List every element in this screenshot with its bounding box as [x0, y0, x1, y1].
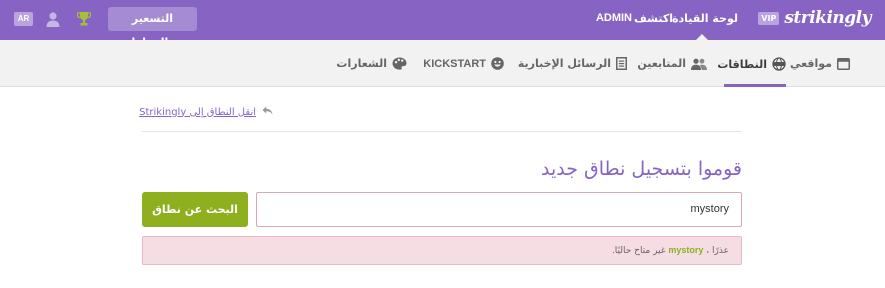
- tab-newsletters[interactable]: الرسائل الإخبارية: [518, 57, 627, 70]
- trophy-icon[interactable]: [76, 11, 92, 27]
- transfer-domain-label: Strikingly انقل النطاق إلى: [139, 106, 256, 118]
- strikingly-logo[interactable]: VIP strikingly: [758, 8, 871, 28]
- domain-search-input[interactable]: mystory: [256, 192, 742, 227]
- error-prefix: عذرًا ،: [706, 246, 729, 256]
- newsletter-icon: [616, 57, 627, 70]
- tab-label: الشعارات: [336, 57, 387, 70]
- tab-domains[interactable]: النطاقات: [717, 57, 786, 71]
- tab-my-sites[interactable]: مواقعي: [790, 57, 850, 70]
- error-domain-name: mystory: [668, 245, 704, 255]
- tab-label: النطاقات: [717, 57, 767, 71]
- tab-label: الرسائل الإخبارية: [517, 57, 611, 70]
- reply-arrow-icon: [262, 106, 273, 118]
- tab-logos[interactable]: الشعارات: [336, 57, 407, 70]
- top-navigation-bar: VIP strikingly لوحة القيادة اكتشف ADMIN …: [0, 0, 885, 49]
- error-suffix: غير متاح حاليًا.: [611, 246, 666, 256]
- active-tab-indicator: [724, 84, 786, 87]
- search-domain-button[interactable]: البحث عن نطاق: [142, 192, 248, 227]
- palette-icon: [392, 57, 407, 70]
- nav-explore-link[interactable]: اكتشف: [634, 12, 673, 25]
- tab-followers[interactable]: المتابعين: [637, 57, 707, 70]
- tab-label: المتابعين: [637, 57, 686, 70]
- language-switcher[interactable]: AR: [14, 12, 33, 26]
- tab-label: KICKSTART: [423, 57, 486, 70]
- user-icon[interactable]: [46, 11, 60, 27]
- www-globe-icon: [772, 57, 786, 71]
- nav-admin-link[interactable]: ADMIN: [596, 12, 632, 24]
- transfer-domain-link[interactable]: Strikingly انقل النطاق إلى: [139, 106, 273, 118]
- tab-label: مواقعي: [789, 57, 832, 70]
- smiley-icon: [491, 57, 504, 70]
- sub-navigation: مواقعي النطاقات المتابعين الرسائل الإخبا…: [0, 40, 885, 87]
- content-divider: [142, 131, 742, 132]
- nav-dashboard-link[interactable]: لوحة القيادة: [672, 12, 738, 25]
- tab-kickstart[interactable]: KICKSTART: [423, 57, 504, 70]
- users-icon: [691, 58, 707, 70]
- domain-unavailable-alert: عذرًا ، mystory غير متاح حاليًا.: [142, 236, 742, 265]
- logo-text: strikingly: [784, 8, 871, 28]
- vip-badge: VIP: [758, 11, 780, 25]
- window-icon: [837, 57, 850, 70]
- pricing-plans-button[interactable]: التسعير والخطط: [108, 7, 197, 49]
- page-title: قوموا بتسجيل نطاق جديد: [540, 158, 742, 180]
